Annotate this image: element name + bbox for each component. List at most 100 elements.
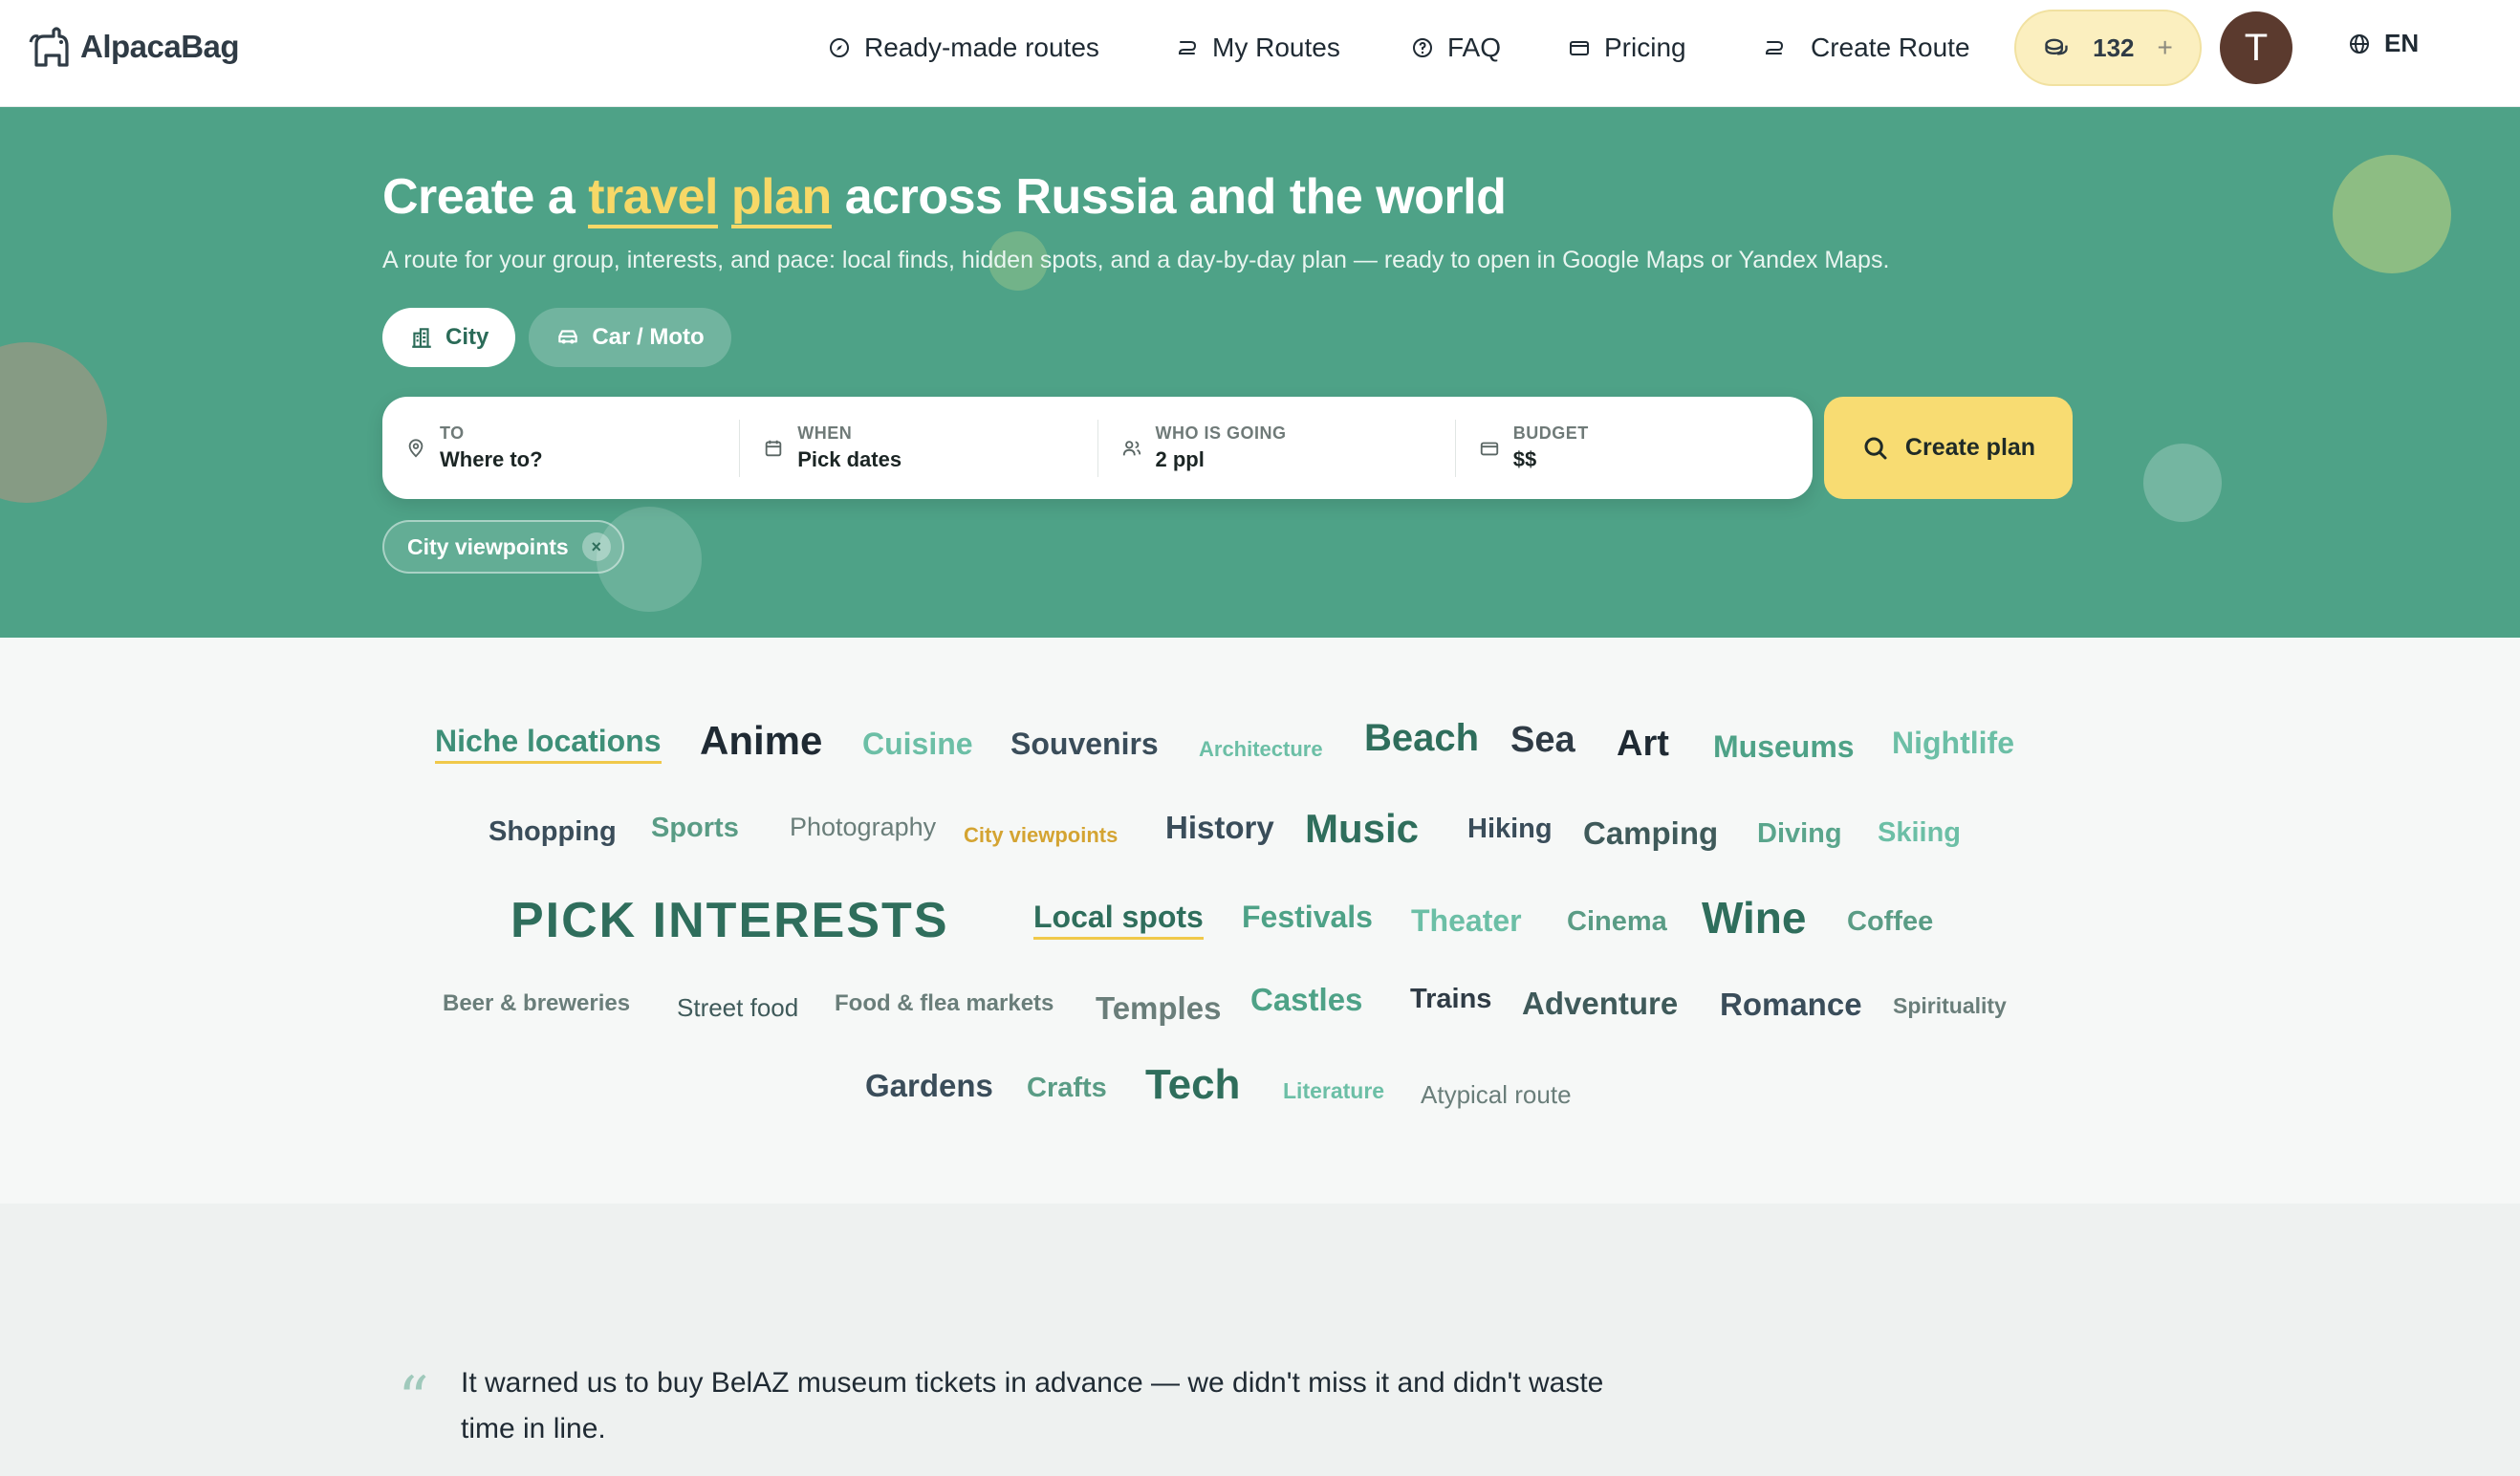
tag-sea[interactable]: Sea: [1510, 720, 1575, 761]
tag-romance[interactable]: Romance: [1720, 987, 1862, 1023]
dates-field[interactable]: WHEN Pick dates: [740, 419, 1098, 477]
quote-mark-icon: “: [398, 1364, 429, 1435]
field-value: $$: [1512, 447, 1537, 471]
nav-label: FAQ: [1447, 33, 1502, 62]
decor-bubble: [2333, 155, 2451, 273]
globe-icon: [2350, 33, 2369, 54]
search-icon: [1864, 437, 1887, 459]
tag-nightlife[interactable]: Nightlife: [1892, 726, 2014, 761]
decor-bubble: [2143, 444, 2222, 522]
tag-cinema[interactable]: Cinema: [1567, 906, 1667, 938]
mode-tabs: City Car / Moto: [382, 308, 731, 367]
tag-crafts[interactable]: Crafts: [1027, 1073, 1107, 1104]
language-label: EN: [2384, 29, 2420, 57]
field-label: BUDGET: [1512, 423, 1589, 443]
decor-bubble: [0, 342, 107, 503]
field-value: Pick dates: [797, 447, 902, 471]
tag-beer-breweries[interactable]: Beer & breweries: [443, 990, 630, 1017]
users-icon: [1122, 440, 1141, 455]
nav-ready-made-routes[interactable]: Ready-made routes: [828, 25, 1099, 71]
field-value: 2 ppl: [1155, 447, 1205, 471]
top-header: AlpacaBag Ready-made routes My Routes FA…: [0, 0, 2520, 107]
route-plus-icon: [1765, 41, 1784, 54]
tag-coffee[interactable]: Coffee: [1847, 906, 1933, 938]
credits-count: 132: [2093, 33, 2135, 62]
tag-city-viewpoints[interactable]: City viewpoints: [964, 823, 1118, 848]
tag-sports[interactable]: Sports: [651, 813, 739, 844]
tag-skiing[interactable]: Skiing: [1878, 817, 1961, 849]
pick-interests-heading: PICK INTERESTS: [511, 893, 949, 948]
add-credits-button[interactable]: +: [2158, 33, 2173, 63]
wallet-icon: [1570, 41, 1589, 55]
credit-card-icon: [1480, 442, 1498, 455]
tag-tech[interactable]: Tech: [1145, 1061, 1240, 1109]
tag-food-flea-markets[interactable]: Food & flea markets: [835, 990, 1054, 1017]
tab-city[interactable]: City: [382, 308, 516, 367]
tag-souvenirs[interactable]: Souvenirs: [1010, 727, 1159, 762]
nav-pricing[interactable]: Pricing: [1568, 25, 1686, 71]
field-label: TO: [440, 423, 465, 443]
tag-street-food[interactable]: Street food: [677, 993, 798, 1023]
interests-cloud: Niche locations Anime Cuisine Souvenirs …: [0, 638, 2520, 1204]
budget-field[interactable]: BUDGET $$: [1456, 420, 1813, 477]
calendar-icon: [766, 440, 782, 456]
language-switcher[interactable]: EN: [2348, 29, 2419, 58]
tag-temples[interactable]: Temples: [1096, 990, 1221, 1027]
tag-castles[interactable]: Castles: [1250, 982, 1362, 1018]
testimonial-text: It warned us to buy BelAZ museum tickets…: [461, 1367, 1604, 1444]
tag-beach[interactable]: Beach: [1364, 717, 1479, 760]
tag-trains[interactable]: Trains: [1410, 984, 1491, 1015]
car-icon: [558, 330, 578, 344]
remove-chip-button[interactable]: ×: [581, 532, 611, 561]
travelers-field[interactable]: WHO IS GOING 2 ppl: [1098, 419, 1456, 477]
page-subtitle: A route for your group, interests, and p…: [382, 247, 1890, 273]
tag-hiking[interactable]: Hiking: [1467, 814, 1553, 845]
nav-label: Ready-made routes: [864, 33, 1099, 62]
nav-label: Create Route: [1811, 33, 1970, 62]
tag-history[interactable]: History: [1165, 810, 1274, 846]
field-label: WHEN: [797, 423, 853, 443]
help-circle-icon: [1413, 38, 1432, 57]
tag-museums[interactable]: Museums: [1713, 729, 1855, 765]
tag-cuisine[interactable]: Cuisine: [862, 727, 973, 762]
tag-festivals[interactable]: Festivals: [1242, 900, 1373, 935]
tag-photography[interactable]: Photography: [790, 813, 936, 842]
alpaca-logo-icon: [29, 27, 69, 67]
tag-atypical-route[interactable]: Atypical route: [1421, 1080, 1572, 1110]
credits-badge[interactable]: 132 +: [2014, 10, 2202, 86]
tag-spirituality[interactable]: Spirituality: [1893, 993, 2007, 1019]
nav-my-routes[interactable]: My Routes: [1176, 25, 1340, 71]
hero-section: Create a travel plan across Russia and t…: [0, 107, 2520, 638]
create-plan-button[interactable]: Create plan: [1824, 397, 2073, 499]
page-title: Create a travel plan across Russia and t…: [382, 168, 1507, 228]
tag-niche-locations[interactable]: Niche locations: [435, 724, 662, 764]
tag-diving[interactable]: Diving: [1757, 818, 1842, 850]
tag-local-spots[interactable]: Local spots: [1033, 900, 1204, 940]
tag-anime[interactable]: Anime: [700, 718, 822, 764]
tag-shopping[interactable]: Shopping: [489, 816, 617, 848]
field-label: WHO IS GOING: [1155, 423, 1287, 443]
route-icon: [1178, 41, 1197, 54]
logo[interactable]: AlpacaBag: [25, 23, 240, 71]
search-bar: TO Where to? WHEN Pick dates WHO IS GOIN…: [382, 397, 1813, 499]
destination-field[interactable]: TO Where to?: [382, 419, 741, 477]
tag-adventure[interactable]: Adventure: [1522, 986, 1678, 1022]
tag-theater[interactable]: Theater: [1411, 903, 1522, 939]
tag-art[interactable]: Art: [1617, 724, 1669, 765]
tag-gardens[interactable]: Gardens: [865, 1068, 993, 1104]
logo-text: AlpacaBag: [80, 29, 240, 64]
tab-car-moto[interactable]: Car / Moto: [529, 308, 731, 367]
tag-architecture[interactable]: Architecture: [1199, 737, 1323, 762]
tag-wine[interactable]: Wine: [1702, 892, 1806, 944]
tag-literature[interactable]: Literature: [1283, 1078, 1384, 1104]
nav-create-route[interactable]: Create Route: [1763, 25, 1970, 71]
map-pin-icon: [408, 438, 424, 458]
avatar[interactable]: T: [2220, 11, 2292, 84]
testimonial-section: “ It warned us to buy BelAZ museum ticke…: [0, 1204, 2520, 1476]
selected-interest-chip[interactable]: City viewpoints ×: [382, 520, 624, 574]
nav-faq[interactable]: FAQ: [1411, 25, 1501, 71]
compass-icon: [830, 38, 849, 57]
tag-camping[interactable]: Camping: [1583, 815, 1718, 852]
nav-label: My Routes: [1212, 33, 1340, 62]
tag-music[interactable]: Music: [1305, 806, 1419, 852]
